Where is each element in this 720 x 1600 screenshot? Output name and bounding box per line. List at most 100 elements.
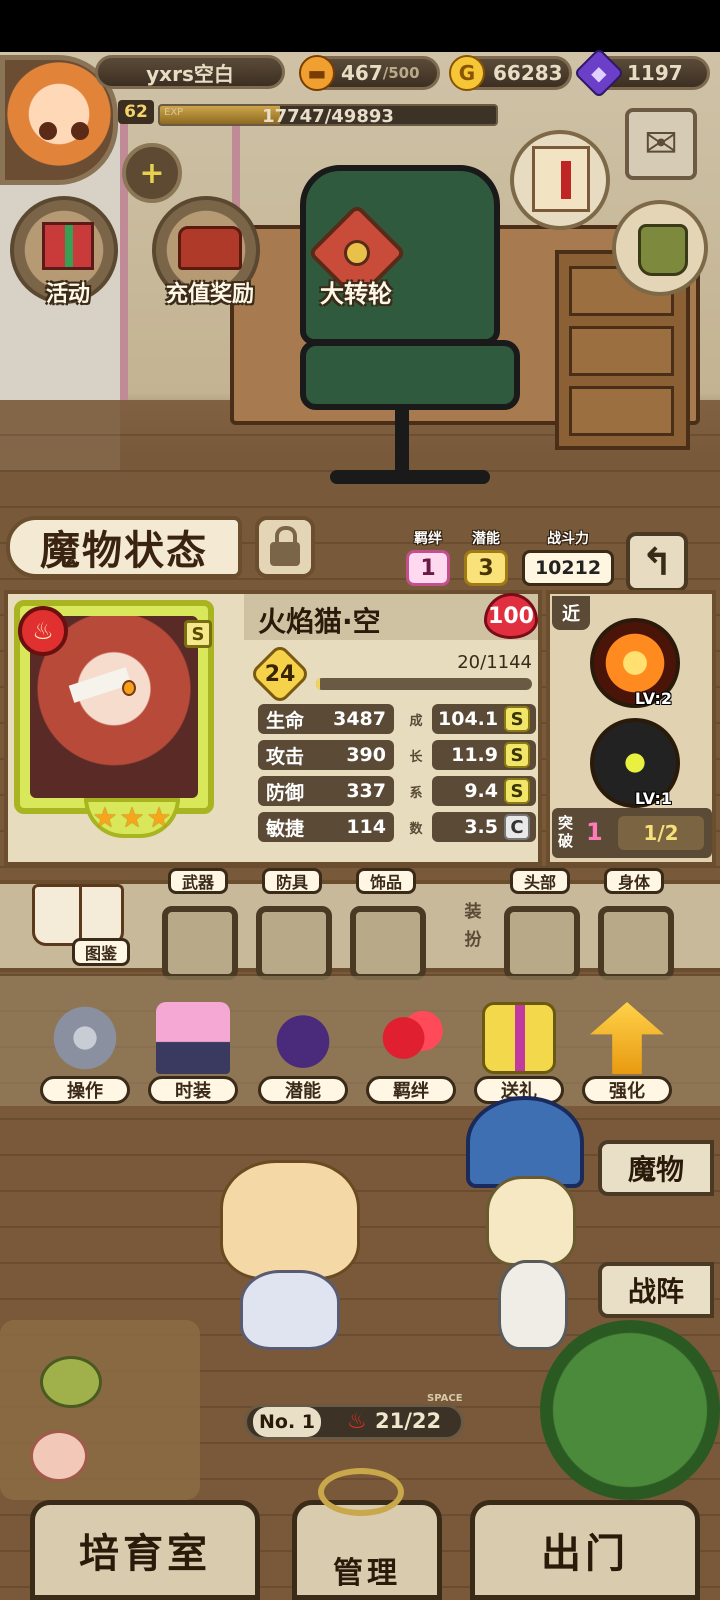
monster-exp-bar <box>316 678 532 690</box>
growth-value: 9.4 <box>464 780 498 802</box>
gift-icon <box>42 222 94 270</box>
activity-button[interactable]: 活动 <box>10 196 118 307</box>
room-chair-seat <box>300 340 520 410</box>
breakthrough-box[interactable]: 突破 1 1/2 <box>552 808 712 858</box>
potential-button[interactable]: 潜能 <box>258 1002 348 1106</box>
lock-button[interactable] <box>255 516 315 578</box>
monster-egg[interactable] <box>40 1356 102 1408</box>
growth-caption-char: 长 <box>409 750 423 765</box>
growth-row: 104.1 S <box>432 704 536 734</box>
potential-caption: 潜能 <box>472 531 500 547</box>
fashion-button[interactable]: 时装 <box>148 1002 238 1106</box>
room-capacity: 21/22 <box>375 1409 442 1433</box>
player-level: 62 <box>118 100 154 124</box>
quest-button[interactable] <box>510 130 610 230</box>
fashion-label: 时装 <box>148 1076 238 1104</box>
buy-gems-button[interactable]: + <box>122 143 182 203</box>
growth-caption-char: 数 <box>409 822 423 837</box>
enhance-label: 强化 <box>582 1076 672 1104</box>
book-icon <box>32 884 124 946</box>
star-icon: ★ <box>119 801 145 834</box>
gold-value: 66283 <box>493 61 563 85</box>
gold-symbol: G <box>458 61 476 85</box>
monster-egg[interactable] <box>30 1430 88 1482</box>
gem-counter[interactable]: ◆ 1197 <box>573 47 710 99</box>
bread-icon: ▬ <box>299 55 335 91</box>
growth-value: 11.9 <box>451 744 498 766</box>
gear-icon <box>48 1002 122 1074</box>
big-wheel-label: 大转轮 <box>320 280 392 308</box>
room-info: No. 1 ♨ 21/22 SPACE <box>244 1393 464 1440</box>
stat-row: 敏捷 114 <box>258 812 394 842</box>
codex-button[interactable]: 图鉴 <box>28 878 132 966</box>
fire-element-icon: ♨ <box>18 606 68 656</box>
growth-row: 11.9 S <box>432 740 536 770</box>
keys-icon <box>318 1468 404 1516</box>
star-icon: ★ <box>92 801 118 834</box>
enhance-button[interactable]: 强化 <box>582 1002 672 1106</box>
system-status-bar <box>0 0 720 52</box>
up-arrow-icon <box>590 1002 664 1074</box>
chibi-character-1-body <box>240 1270 340 1350</box>
scroll-icon <box>532 146 590 212</box>
recharge-reward-button[interactable]: 充值奖励 <box>152 196 260 307</box>
stat-label: 攻击 <box>266 745 305 768</box>
head-slot[interactable] <box>504 906 580 980</box>
nest <box>0 1320 200 1500</box>
operate-label: 操作 <box>40 1076 130 1104</box>
activity-label: 活动 <box>45 282 90 307</box>
body-slot-label: 身体 <box>604 868 664 894</box>
recharge-reward-label: 充值奖励 <box>165 282 254 307</box>
chibi-character-1[interactable] <box>220 1160 360 1280</box>
codex-label: 图鉴 <box>72 938 130 966</box>
power-stat: 战斗力 10212 <box>522 528 614 586</box>
go-out-button[interactable]: 出门 <box>470 1500 700 1600</box>
return-button[interactable]: ↰ <box>626 532 688 592</box>
power-value: 10212 <box>522 550 614 586</box>
head-slot-label: 头部 <box>510 868 570 894</box>
chibi-character-2[interactable] <box>486 1176 576 1266</box>
plus-icon: + <box>139 155 165 191</box>
growth-grade-badge: C <box>504 814 530 840</box>
stat-row: 防御 337 <box>258 776 394 806</box>
manage-label: 管理 <box>333 1556 401 1591</box>
backpack-icon <box>638 224 688 276</box>
stat-value: 3487 <box>333 708 386 730</box>
big-wheel-button[interactable]: 大转轮 <box>300 203 412 314</box>
bond-stat: 羁绊 1 <box>406 528 450 586</box>
stamina-counter[interactable]: ▬ 467/500 <box>299 55 440 91</box>
player-exp-text: 17747/49893 <box>262 106 394 126</box>
monster-card[interactable]: ♨ S ★ ★ ★ <box>14 600 232 850</box>
panel-title: 魔物状态 <box>6 516 242 578</box>
player-name-text: yxrs空白 <box>146 61 234 86</box>
body-slot[interactable] <box>598 906 674 980</box>
bond-button[interactable]: 羁绊 <box>366 1002 456 1106</box>
breakthrough-progress: 1/2 <box>618 816 704 850</box>
weapon-slot[interactable] <box>162 906 238 980</box>
chibi-character-2-body <box>498 1260 568 1350</box>
monsters-tab[interactable]: 魔物 <box>598 1140 714 1196</box>
formation-tab[interactable]: 战阵 <box>598 1262 714 1318</box>
go-out-label: 出门 <box>541 1531 629 1577</box>
star-icon: ★ <box>146 801 172 834</box>
growth-grade-badge: S <box>504 742 530 768</box>
bag-button[interactable] <box>612 200 708 296</box>
accessory-slot[interactable] <box>350 906 426 980</box>
envelope-icon: ✉ <box>644 121 678 167</box>
flame-icon: ♨ <box>347 1409 367 1434</box>
mail-button[interactable]: ✉ <box>625 108 697 180</box>
growth-grade-badge: S <box>504 778 530 804</box>
operate-button[interactable]: 操作 <box>40 1002 130 1106</box>
skill-2-button[interactable]: LV:1 <box>590 718 680 808</box>
nursery-button[interactable]: 培育室 <box>30 1500 260 1600</box>
skill-1-button[interactable]: LV:2 <box>590 618 680 708</box>
hearts-icon <box>374 1002 448 1074</box>
gold-counter[interactable]: G 66283 <box>449 55 572 91</box>
gift-box-icon <box>482 1002 556 1074</box>
armor-slot[interactable] <box>256 906 332 980</box>
gift-button[interactable]: 送礼 <box>474 1002 564 1106</box>
stat-label: 生命 <box>266 709 305 732</box>
growth-grade-badge: S <box>504 706 530 732</box>
stat-value: 114 <box>346 816 386 838</box>
growth-value: 3.5 <box>464 816 498 838</box>
